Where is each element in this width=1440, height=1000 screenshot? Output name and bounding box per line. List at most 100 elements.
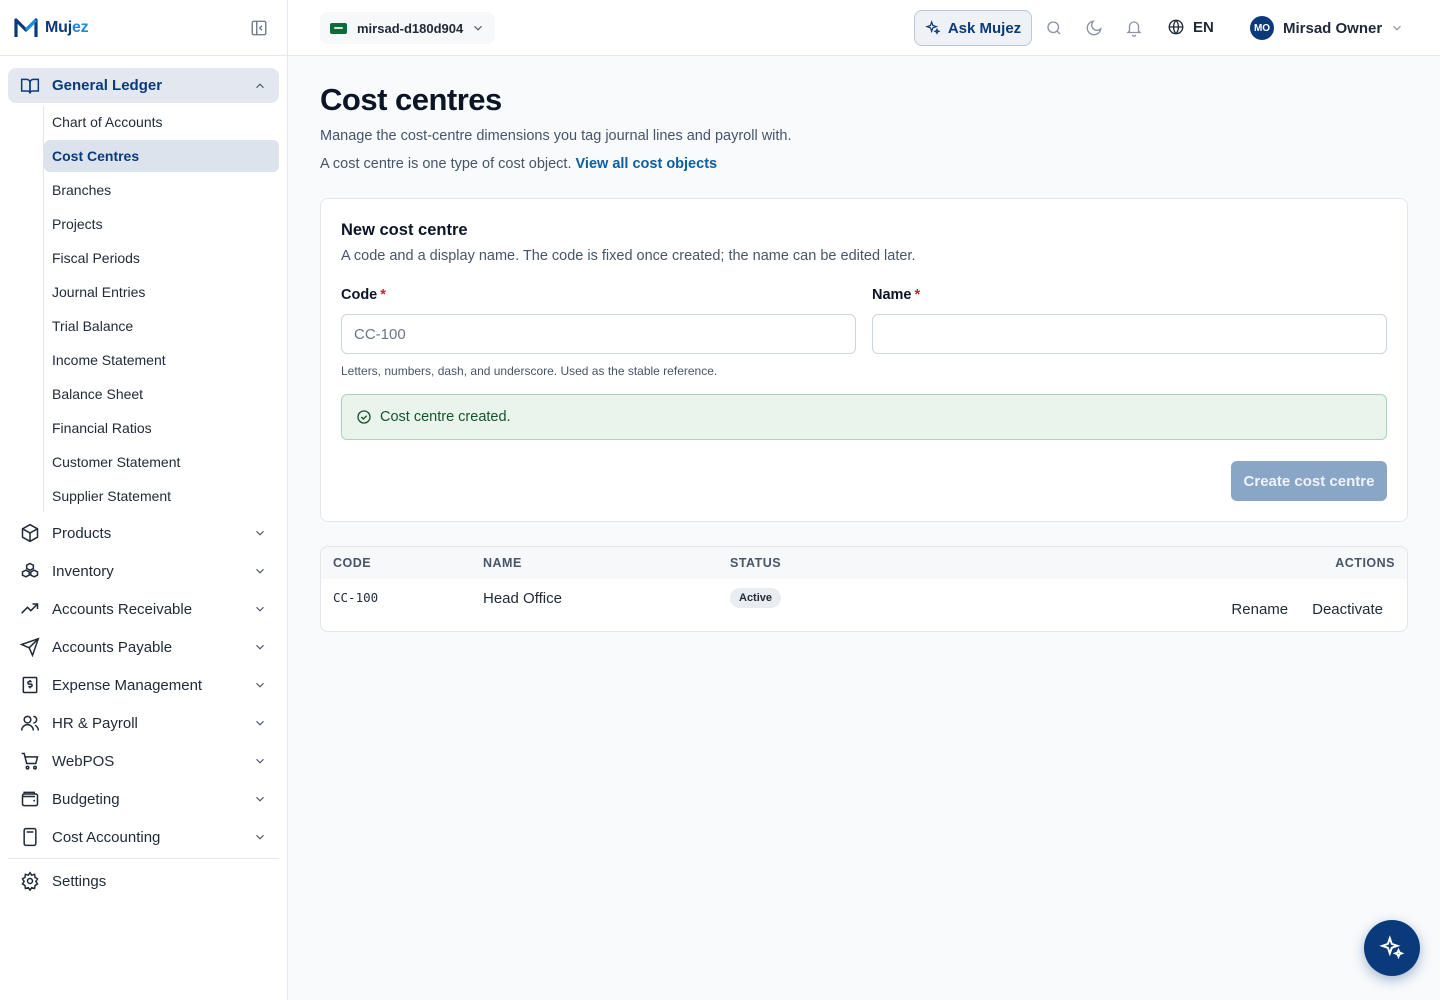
- sidebar-item-trial-balance[interactable]: Trial Balance: [44, 310, 279, 342]
- trending-up-icon: [21, 603, 39, 614]
- user-menu[interactable]: MO Mirsad Owner: [1250, 16, 1404, 40]
- chevron-down-icon: [474, 25, 483, 31]
- ai-assistant-fab[interactable]: [1364, 920, 1420, 976]
- ask-mujez-button[interactable]: Ask Mujez: [914, 10, 1032, 46]
- sidebar-item-settings[interactable]: Settings: [8, 861, 279, 901]
- page-description: Manage the cost-centre dimensions you ta…: [320, 128, 792, 144]
- sidebar-group-general-ledger[interactable]: General Ledger: [8, 68, 279, 103]
- create-cost-centre-button[interactable]: Create cost centre: [1231, 461, 1387, 501]
- cart-icon: [21, 752, 39, 770]
- chevron-down-icon: [256, 606, 264, 612]
- sidebar-item-income-statement[interactable]: Income Statement: [44, 344, 279, 376]
- chevron-down-icon: [256, 682, 264, 688]
- ask-mujez-label: Ask Mujez: [947, 19, 1022, 37]
- sidebar-item-label: Inventory: [52, 562, 114, 580]
- name-label-text: Name: [872, 287, 912, 303]
- chevron-down-icon: [256, 530, 264, 536]
- description-text: A cost centre is one type of cost object…: [320, 156, 572, 172]
- success-alert: Cost centre created.: [341, 394, 1387, 440]
- sidebar: Mujez General Ledger Chart of Accounts C…: [0, 0, 288, 1000]
- column-header-status[interactable]: STATUS: [730, 556, 930, 570]
- receipt-dollar-icon: [22, 676, 38, 694]
- bell-icon[interactable]: [1125, 19, 1143, 37]
- column-header-name[interactable]: NAME: [483, 556, 730, 570]
- sidebar-item-webpos[interactable]: WebPOS: [8, 742, 279, 780]
- code-label-text: Code: [341, 287, 378, 303]
- code-field-group: Code *: [341, 286, 856, 354]
- chevron-down-icon: [256, 834, 264, 840]
- moon-icon[interactable]: [1085, 19, 1103, 37]
- sidebar-item-financial-ratios[interactable]: Financial Ratios: [44, 412, 279, 444]
- sidebar-item-label: Cost Accounting: [52, 828, 161, 846]
- view-all-cost-objects-link[interactable]: View all cost objects: [576, 156, 718, 172]
- chevron-down-icon: [256, 796, 264, 802]
- chevron-down-icon: [256, 720, 264, 726]
- chevron-up-icon: [256, 82, 264, 88]
- sidebar-item-balance-sheet[interactable]: Balance Sheet: [44, 378, 279, 410]
- language-label: EN: [1193, 18, 1214, 36]
- chevron-down-icon: [256, 758, 264, 764]
- brand-name: Mujez: [45, 18, 89, 36]
- sidebar-item-label: Expense Management: [52, 676, 203, 694]
- sidebar-item-journal-entries[interactable]: Journal Entries: [44, 276, 279, 308]
- sparkles-icon: [1379, 935, 1405, 960]
- book-open-icon: [20, 78, 40, 94]
- gear-icon: [21, 871, 39, 891]
- collapse-sidebar-icon[interactable]: [250, 19, 268, 37]
- deactivate-button[interactable]: Deactivate: [1300, 597, 1395, 622]
- organization-selector[interactable]: mirsad-d180d904: [320, 12, 496, 44]
- sidebar-item-accounts-payable[interactable]: Accounts Payable: [8, 628, 279, 666]
- flag-icon: [330, 22, 347, 34]
- users-icon: [20, 715, 40, 731]
- cost-centres-table: CODE NAME STATUS ACTIONS CC-100 Head Off…: [320, 546, 1408, 632]
- name-field-group: Name *: [872, 286, 1387, 354]
- page-title: Cost centres: [320, 82, 502, 117]
- table-row: CC-100 Head Office Active Rename Deactiv…: [321, 579, 1407, 631]
- language-selector[interactable]: EN: [1167, 18, 1214, 36]
- sidebar-item-budgeting[interactable]: Budgeting: [8, 780, 279, 818]
- sidebar-nav: General Ledger Chart of Accounts Cost Ce…: [0, 56, 287, 901]
- avatar: MO: [1250, 16, 1274, 40]
- sidebar-item-supplier-statement[interactable]: Supplier Statement: [44, 480, 279, 512]
- new-cost-centre-card: New cost centre A code and a display nam…: [320, 198, 1408, 522]
- rename-button[interactable]: Rename: [1219, 597, 1300, 622]
- cell-code: CC-100: [333, 590, 379, 605]
- name-input[interactable]: [872, 314, 1387, 354]
- sidebar-item-expense-management[interactable]: Expense Management: [8, 666, 279, 704]
- chevron-down-icon: [1393, 25, 1402, 31]
- sparkles-icon: [924, 20, 941, 35]
- chevron-down-icon: [256, 644, 264, 650]
- sidebar-item-projects[interactable]: Projects: [44, 208, 279, 240]
- wallet-icon: [21, 791, 39, 807]
- send-icon: [20, 637, 40, 657]
- sidebar-item-cost-centres[interactable]: Cost Centres: [44, 140, 279, 172]
- sidebar-item-products[interactable]: Products: [8, 514, 279, 552]
- mujez-logo-icon: [14, 17, 38, 37]
- sidebar-item-chart-of-accounts[interactable]: Chart of Accounts: [44, 106, 279, 138]
- brand: Mujez: [0, 0, 287, 56]
- sidebar-submenu: Chart of Accounts Cost Centres Branches …: [43, 106, 279, 512]
- code-label: Code *: [341, 287, 386, 303]
- topbar: mirsad-d180d904 Ask Mujez EN MO Mirsad O…: [288, 0, 1440, 56]
- sidebar-item-branches[interactable]: Branches: [44, 174, 279, 206]
- sidebar-item-cost-accounting[interactable]: Cost Accounting: [8, 818, 279, 856]
- column-header-code[interactable]: CODE: [321, 556, 483, 570]
- sidebar-item-fiscal-periods[interactable]: Fiscal Periods: [44, 242, 279, 274]
- chevron-down-icon: [256, 568, 264, 574]
- sidebar-item-inventory[interactable]: Inventory: [8, 552, 279, 590]
- code-input[interactable]: [341, 314, 856, 354]
- package-icon: [21, 523, 39, 543]
- sidebar-item-label: Products: [52, 524, 112, 542]
- sidebar-item-accounts-receivable[interactable]: Accounts Receivable: [8, 590, 279, 628]
- column-header-actions: ACTIONS: [1335, 556, 1395, 570]
- sidebar-item-label: Settings: [52, 872, 107, 890]
- cell-status: Active: [730, 588, 930, 608]
- boxes-icon: [21, 562, 39, 578]
- page-description-secondary: A cost centre is one type of cost object…: [320, 156, 1408, 172]
- search-icon[interactable]: [1045, 19, 1063, 37]
- sidebar-item-customer-statement[interactable]: Customer Statement: [44, 446, 279, 478]
- globe-icon: [1168, 19, 1184, 35]
- form-fields: Code* Name*: [341, 286, 1387, 354]
- sidebar-item-label: Accounts Receivable: [52, 600, 193, 618]
- sidebar-item-hr-payroll[interactable]: HR & Payroll: [8, 704, 279, 742]
